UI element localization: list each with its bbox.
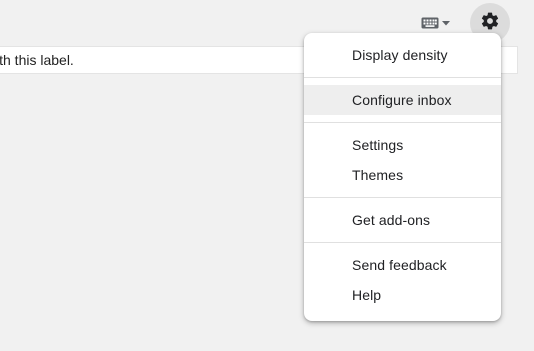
- gmail-view: ith this label. Display density Configure…: [0, 0, 534, 351]
- menu-item-display-density[interactable]: Display density: [304, 40, 501, 70]
- input-tools-toggle[interactable]: [421, 13, 461, 33]
- settings-menu: Display density Configure inbox Settings Th…: [304, 33, 501, 321]
- menu-item-send-feedback[interactable]: Send feedback: [304, 250, 501, 280]
- menu-separator: [304, 197, 501, 198]
- menu-item-help[interactable]: Help: [304, 280, 501, 310]
- menu-item-get-add-ons[interactable]: Get add-ons: [304, 205, 501, 235]
- menu-separator: [304, 242, 501, 243]
- menu-separator: [304, 77, 501, 78]
- caret-down-icon: [442, 20, 450, 26]
- notice-text: ith this label.: [0, 52, 74, 68]
- menu-item-themes[interactable]: Themes: [304, 160, 501, 190]
- keyboard-icon: [421, 17, 439, 29]
- menu-item-settings[interactable]: Settings: [304, 130, 501, 160]
- gear-icon: [480, 11, 500, 36]
- menu-item-configure-inbox[interactable]: Configure inbox: [304, 85, 501, 115]
- menu-separator: [304, 122, 501, 123]
